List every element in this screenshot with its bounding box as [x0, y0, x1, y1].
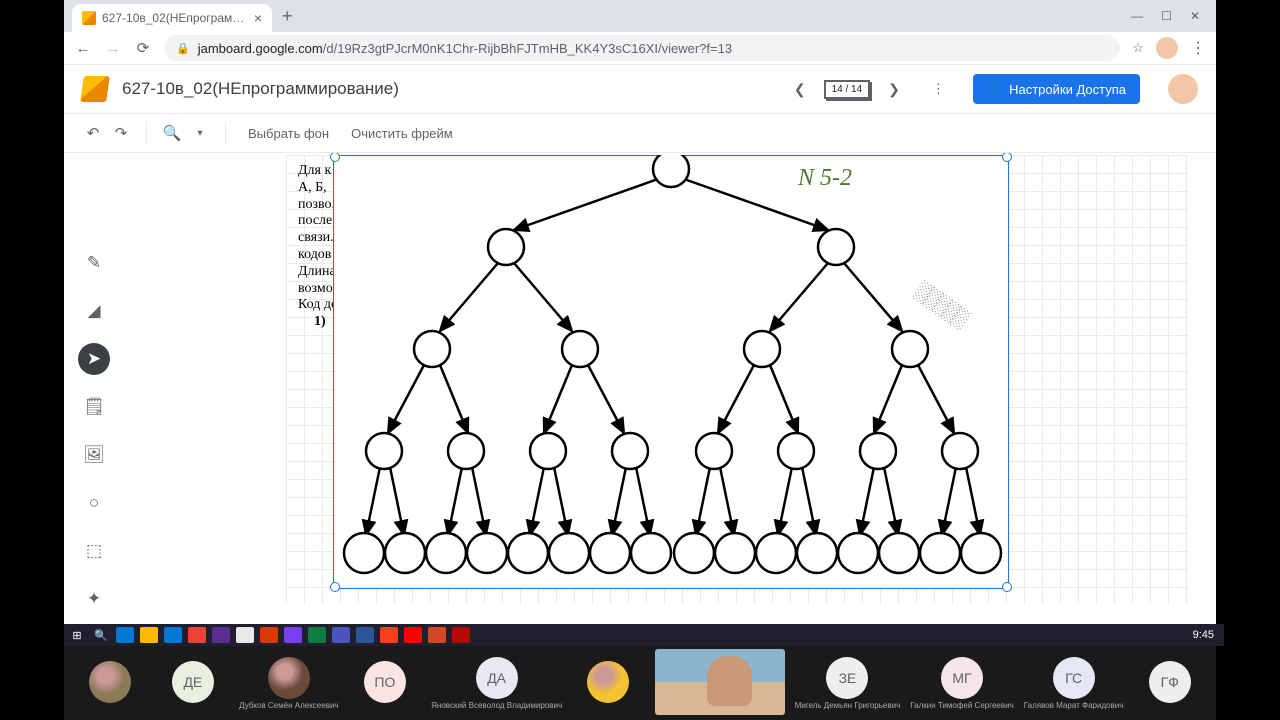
share-person-icon: 👤 [987, 81, 1003, 97]
new-tab-button[interactable]: + [282, 6, 293, 27]
participant-avatar: ГФ [1149, 661, 1191, 703]
teams-icon[interactable] [332, 627, 350, 643]
document-title[interactable]: 627-10в_02(НЕпрограммирование) [122, 79, 399, 99]
app4-icon[interactable] [284, 627, 302, 643]
chrome-icon[interactable] [188, 627, 206, 643]
clear-frame-button[interactable]: Очистить фрейм [343, 122, 461, 145]
start-icon[interactable]: ⊞ [68, 627, 86, 643]
undo-icon[interactable]: ↶ [82, 124, 104, 142]
action-toolbar: ↶ ↷ 🔍 ▾ Выбрать фон Очистить фрейм [64, 113, 1216, 153]
participant-avatar: ЗЕ [826, 657, 868, 699]
browser-tab[interactable]: 627-10в_02(НЕпрограммирова… × [72, 4, 272, 32]
participant[interactable]: ПО [349, 650, 422, 716]
pen-tool-icon[interactable]: ✎ [78, 247, 110, 279]
participant[interactable]: ГФ [1133, 650, 1206, 716]
window-minimize-icon[interactable]: ― [1131, 9, 1143, 23]
url-text: jamboard.google.com/d/19Rz3gtPJcrM0nK1Ch… [198, 41, 732, 56]
select-tool-icon[interactable]: ➤ [78, 343, 110, 375]
app-header: 627-10в_02(НЕпрограммирование) ❮ 14 / 14… [64, 65, 1216, 113]
eraser-tool-icon[interactable]: ◢ [78, 295, 110, 327]
redo-icon[interactable]: ↷ [110, 124, 132, 142]
next-frame-icon[interactable]: ❯ [888, 81, 900, 98]
lock-icon: 🔒 [176, 42, 190, 55]
zoom-icon[interactable]: 🔍 [161, 124, 183, 142]
video-call-strip: ДЕ Дубков Семён Алексеевич ПО ДА Яновский Вс… [64, 646, 1216, 720]
participant[interactable]: ГС Галявов Марат Фаридович [1024, 650, 1124, 716]
windows-taskbar[interactable]: ⊞ 🔍 9:45 [64, 624, 1224, 646]
participant-avatar: ГС [1053, 657, 1095, 699]
app2-icon[interactable] [236, 627, 254, 643]
tab-title: 627-10в_02(НЕпрограммирова… [102, 11, 248, 25]
close-tab-icon[interactable]: × [254, 10, 262, 26]
shape-tool-icon[interactable]: ○ [78, 487, 110, 519]
forward-icon[interactable]: → [104, 40, 122, 57]
text-box-tool-icon[interactable]: ⬚ [78, 535, 110, 567]
zoom-dropdown-icon[interactable]: ▾ [189, 128, 211, 139]
search-taskbar-icon[interactable]: 🔍 [92, 627, 110, 643]
prev-frame-icon[interactable]: ❮ [794, 81, 806, 98]
bookmark-star-icon[interactable]: ☆ [1132, 40, 1144, 56]
ppt-icon[interactable] [428, 627, 446, 643]
sticky-note-tool-icon[interactable]: 🗒 [78, 391, 110, 423]
excel-icon[interactable] [308, 627, 326, 643]
more-options-icon[interactable]: ⋮ [932, 81, 945, 97]
app3-icon[interactable] [260, 627, 278, 643]
taskbar-clock[interactable]: 9:45 [1193, 629, 1220, 641]
image-tool-icon[interactable]: 🖼 [78, 439, 110, 471]
window-close-icon[interactable]: ✕ [1190, 9, 1200, 23]
tab-strip: 627-10в_02(НЕпрограммирова… × + ― ☐ ✕ [64, 0, 1216, 32]
participant-avatar [268, 657, 310, 699]
participant-avatar [587, 661, 629, 703]
frame-indicator[interactable]: 14 / 14 [824, 80, 871, 99]
back-icon[interactable]: ← [74, 40, 92, 57]
handwritten-note[interactable]: N 5-2 [798, 165, 852, 192]
profile-avatar[interactable] [1156, 37, 1178, 59]
participant-avatar: ПО [364, 661, 406, 703]
drawing-toolbar: ✎ ◢ ➤ 🗒 🖼 ○ ⬚ ✦ [78, 247, 110, 615]
participant[interactable]: ЗЕ Мигель Демьян Григорьевич [795, 650, 901, 716]
yandex-icon[interactable] [380, 627, 398, 643]
binary-tree-diagram [336, 155, 1006, 587]
participant[interactable] [572, 650, 645, 716]
participant[interactable] [74, 650, 147, 716]
participant-name: Галкин Тимофей Сергеевич [910, 701, 1014, 710]
participant-avatar: МГ [941, 657, 983, 699]
laser-tool-icon[interactable]: ✦ [78, 583, 110, 615]
app-icon[interactable] [164, 627, 182, 643]
jamboard-favicon-icon [82, 11, 96, 25]
word-icon[interactable] [356, 627, 374, 643]
canvas[interactable]: ✎ ◢ ➤ 🗒 🖼 ○ ⬚ ✦ Для к А, Б, позво. после… [64, 153, 1216, 624]
pasted-text-block[interactable]: Для к А, Б, позво. после, связи. кодов Д… [298, 163, 337, 331]
participant-name: Мигель Демьян Григорьевич [795, 701, 901, 710]
pdf-icon[interactable] [452, 627, 470, 643]
participant[interactable]: ДЕ [157, 650, 230, 716]
set-background-button[interactable]: Выбрать фон [240, 122, 337, 145]
browser-menu-icon[interactable]: ⋮ [1190, 38, 1206, 58]
edge-icon[interactable] [116, 627, 134, 643]
participant-video [655, 649, 785, 715]
participant[interactable]: ДА Яновский Всеволод Владимирович [431, 650, 562, 716]
participant-avatar: ДЕ [172, 661, 214, 703]
participant-avatar: ДА [476, 657, 518, 699]
app5-icon[interactable] [404, 627, 422, 643]
explorer-icon[interactable] [140, 627, 158, 643]
account-avatar[interactable] [1168, 74, 1198, 104]
vs-icon[interactable] [212, 627, 230, 643]
reload-icon[interactable]: ⟳ [134, 39, 152, 57]
participant-name: Дубков Семён Алексеевич [239, 701, 338, 710]
window-maximize-icon[interactable]: ☐ [1161, 9, 1172, 23]
participant[interactable]: Залит Григорий Евгеньевич [655, 650, 785, 716]
share-button[interactable]: 👤 Настройки Доступа [973, 74, 1140, 104]
browser-window: 627-10в_02(НЕпрограммирова… × + ― ☐ ✕ ← … [64, 0, 1216, 624]
participant-avatar [89, 661, 131, 703]
participant[interactable]: МГ Галкин Тимофей Сергеевич [910, 650, 1014, 716]
participant-name: Яновский Всеволод Владимирович [431, 701, 562, 710]
participant[interactable]: Дубков Семён Алексеевич [239, 650, 338, 716]
address-bar: ← → ⟳ 🔒 jamboard.google.com/d/19Rz3gtPJc… [64, 32, 1216, 65]
jamboard-logo-icon[interactable] [80, 76, 110, 102]
participant-name: Галявов Марат Фаридович [1024, 701, 1124, 710]
url-field[interactable]: 🔒 jamboard.google.com/d/19Rz3gtPJcrM0nK1… [164, 35, 1120, 61]
